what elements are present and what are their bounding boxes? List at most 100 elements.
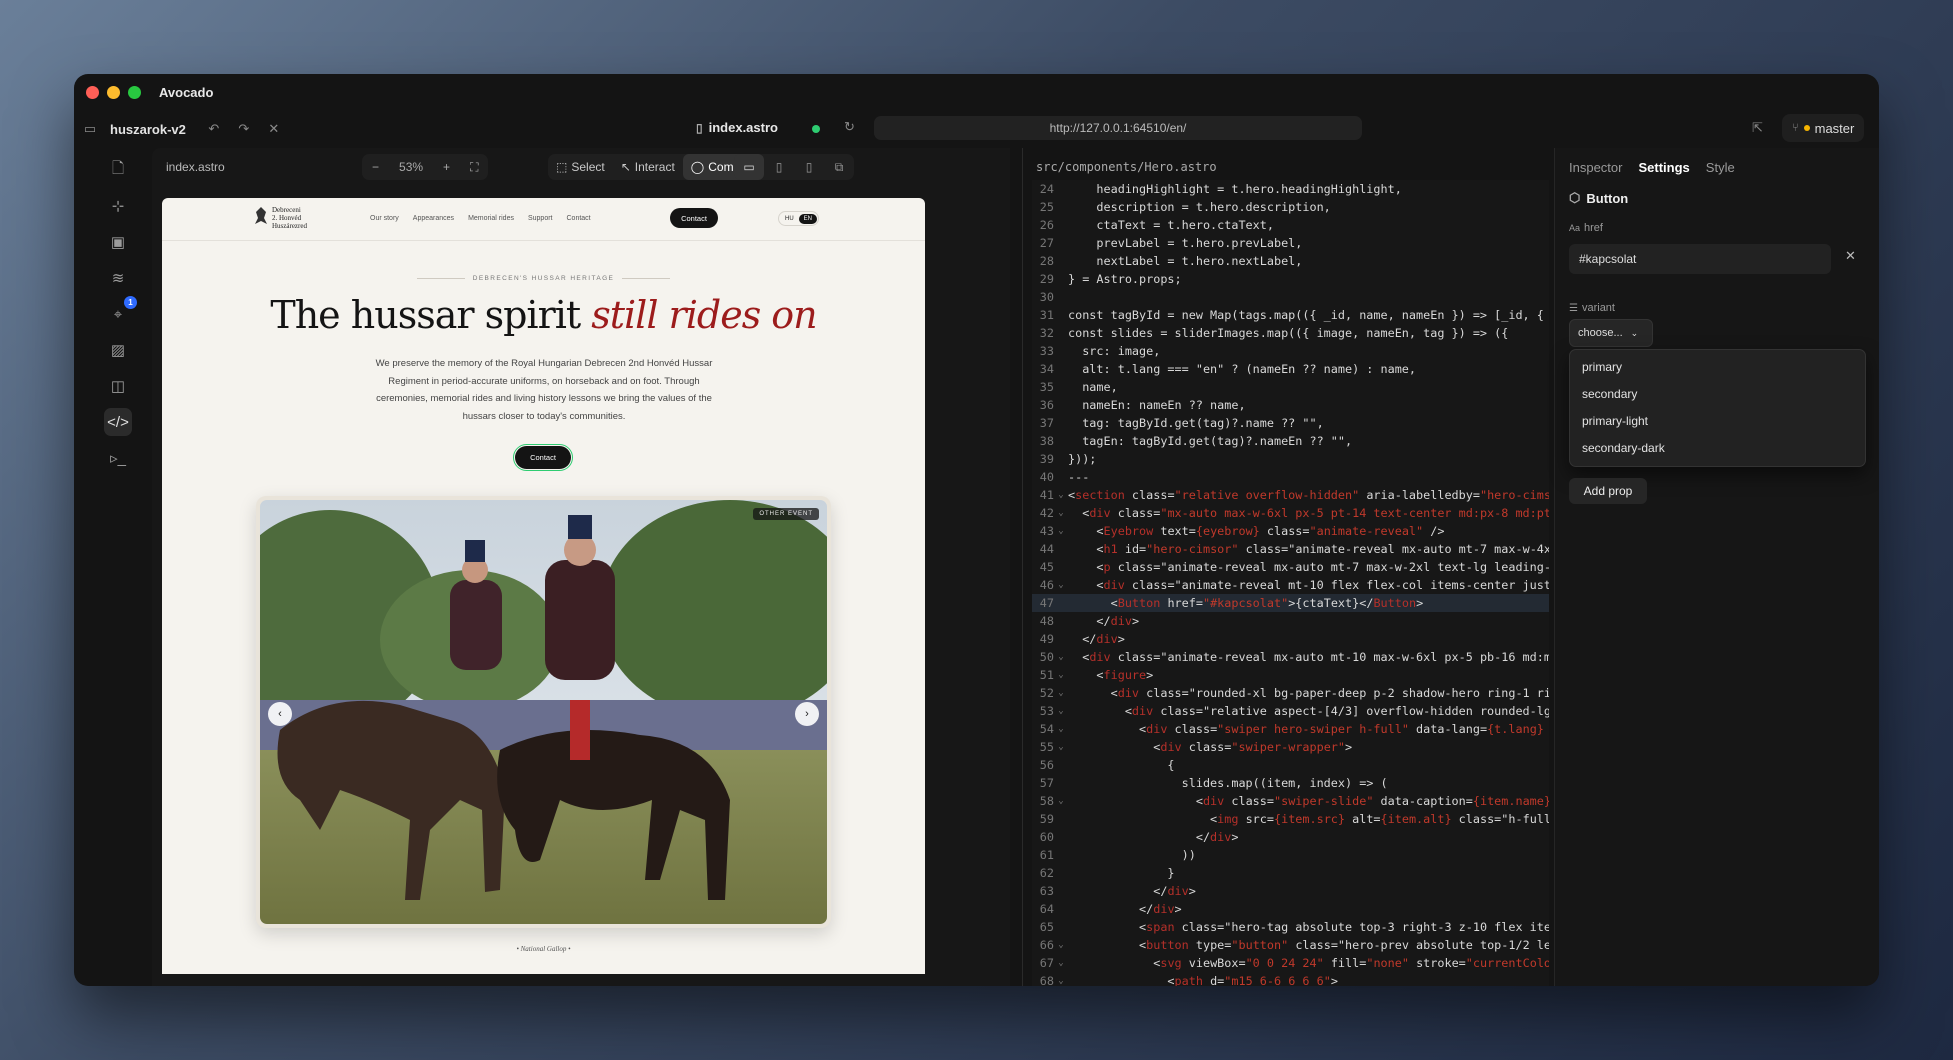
close-icon[interactable]: ✕ <box>264 121 284 137</box>
code-line[interactable]: 44 <h1 id="hero-cimsor" class="animate-r… <box>1032 540 1549 558</box>
code-line[interactable]: 65 <span class="hero-tag absolute top-3 … <box>1032 918 1549 936</box>
add-prop-button[interactable]: Add prop <box>1569 478 1647 504</box>
code-line[interactable]: 45 <p class="animate-reveal mx-auto mt-7… <box>1032 558 1549 576</box>
assets-icon[interactable]: ◫ <box>104 372 132 400</box>
code-line[interactable]: 34 alt: t.lang === "en" ? (nameEn ?? nam… <box>1032 360 1549 378</box>
nav-contact-button[interactable]: Contact <box>670 208 718 228</box>
terminal-icon[interactable]: ▹_ <box>104 444 132 472</box>
fold-chevron-icon[interactable]: ⌄ <box>1054 486 1068 504</box>
code-line[interactable]: 29} = Astro.props; <box>1032 270 1549 288</box>
select-mode-button[interactable]: ⬚ Select <box>548 154 613 180</box>
code-line[interactable]: 55 ⌄ <div class="swiper-wrapper"> <box>1032 738 1549 756</box>
nav-link[interactable]: Our story <box>370 215 399 222</box>
fold-chevron-icon[interactable]: ⌄ <box>1054 504 1068 522</box>
open-external-icon[interactable]: ⇱ <box>1752 120 1763 136</box>
fold-chevron-icon[interactable]: ⌄ <box>1054 648 1068 666</box>
code-line[interactable]: 68 ⌄ <path d="m15 6-6 6 6 6"> <box>1032 972 1549 986</box>
location-icon[interactable]: ⌖ 1 <box>104 296 137 328</box>
interact-mode-button[interactable]: ↖ Interact <box>613 154 683 180</box>
slider-next-button[interactable]: › <box>795 702 819 726</box>
code-line[interactable]: 59 <img src={item.src} alt={item.alt} cl… <box>1032 810 1549 828</box>
variant-select[interactable]: choose... ⌄ <box>1569 319 1653 347</box>
variant-option[interactable]: secondary-dark <box>1570 435 1865 462</box>
components-icon[interactable]: ⊹ <box>104 192 132 220</box>
fold-chevron-icon[interactable]: ⌄ <box>1054 702 1068 720</box>
code-line[interactable]: 60 </div> <box>1032 828 1549 846</box>
zoom-out-button[interactable]: − <box>372 160 379 174</box>
nav-link[interactable]: Contact <box>567 215 591 222</box>
variant-option[interactable]: secondary <box>1570 381 1865 408</box>
code-line[interactable]: 53 ⌄ <div class="relative aspect-[4/3] ov… <box>1032 702 1549 720</box>
code-line[interactable]: 63 </div> <box>1032 882 1549 900</box>
code-editor[interactable]: 24 headingHighlight = t.hero.headingHigh… <box>1032 180 1549 986</box>
site-logo[interactable]: Debreceni 2. Honvéd Huszárezred <box>254 206 307 230</box>
redo-icon[interactable]: ↷ <box>234 121 254 137</box>
code-line[interactable]: 27 prevLabel = t.hero.prevLabel, <box>1032 234 1549 252</box>
fold-chevron-icon[interactable]: ⌄ <box>1054 738 1068 756</box>
panel-divider[interactable] <box>1022 148 1023 986</box>
url-bar[interactable]: http://127.0.0.1:64510/en/ <box>874 116 1362 140</box>
code-line[interactable]: 30 <box>1032 288 1549 306</box>
fold-chevron-icon[interactable]: ⌄ <box>1054 720 1068 738</box>
assistant-icon[interactable]: ▣ <box>104 228 132 256</box>
fold-chevron-icon[interactable]: ⌄ <box>1054 954 1068 972</box>
tab-settings[interactable]: Settings <box>1638 160 1689 175</box>
lang-en[interactable]: EN <box>798 213 818 224</box>
code-line[interactable]: 26 ctaText = t.hero.ctaText, <box>1032 216 1549 234</box>
code-line[interactable]: 24 headingHighlight = t.hero.headingHigh… <box>1032 180 1549 198</box>
files-icon[interactable]: 🗋 <box>104 156 132 184</box>
undo-icon[interactable]: ↶ <box>204 121 224 137</box>
fold-chevron-icon[interactable]: ⌄ <box>1054 792 1068 810</box>
code-line[interactable]: 57 slides.map((item, index) => ( <box>1032 774 1549 792</box>
tab-inspector[interactable]: Inspector <box>1569 160 1622 175</box>
fold-chevron-icon[interactable]: ⌄ <box>1054 666 1068 684</box>
images-icon[interactable]: ▨ <box>104 336 132 364</box>
code-line[interactable]: 39})); <box>1032 450 1549 468</box>
fold-chevron-icon[interactable]: ⌄ <box>1054 576 1068 594</box>
code-line[interactable]: 49 </div> <box>1032 630 1549 648</box>
fit-screen-icon[interactable]: ⛶ <box>470 160 478 175</box>
code-line[interactable]: 67 ⌄ <svg viewBox="0 0 24 24" fill="none"… <box>1032 954 1549 972</box>
code-line[interactable]: 35 name, <box>1032 378 1549 396</box>
code-line[interactable]: 62 } <box>1032 864 1549 882</box>
code-line[interactable]: 28 nextLabel = t.hero.nextLabel, <box>1032 252 1549 270</box>
tab-style[interactable]: Style <box>1706 160 1735 175</box>
maximize-window-button[interactable] <box>128 85 141 99</box>
fold-chevron-icon[interactable]: ⌄ <box>1054 972 1068 986</box>
minimize-window-button[interactable] <box>107 85 120 99</box>
code-line[interactable]: 50 ⌄ <div class="animate-reveal mx-auto m… <box>1032 648 1549 666</box>
code-line[interactable]: 48 </div> <box>1032 612 1549 630</box>
code-line[interactable]: 46 ⌄ <div class="animate-reveal mt-10 fle… <box>1032 576 1549 594</box>
clear-href-icon[interactable]: ✕ <box>1845 248 1856 264</box>
code-line[interactable]: 56 { <box>1032 756 1549 774</box>
site-preview[interactable]: Debreceni 2. Honvéd Huszárezred Our stor… <box>162 198 925 974</box>
code-line[interactable]: 66 ⌄ <button type="button" class="hero-pr… <box>1032 936 1549 954</box>
code-line[interactable]: 64 </div> <box>1032 900 1549 918</box>
nav-link[interactable]: Appearances <box>413 215 454 222</box>
code-line[interactable]: 37 tag: tagById.get(tag)?.name ?? "", <box>1032 414 1549 432</box>
code-line[interactable]: 58 ⌄ <div class="swiper-slide" data-capti… <box>1032 792 1549 810</box>
code-line[interactable]: 31 const tagById = new Map(tags.map(({ _i… <box>1032 306 1549 324</box>
hero-cta-button[interactable]: Contact <box>513 444 573 471</box>
nav-link[interactable]: Support <box>528 215 553 222</box>
close-window-button[interactable] <box>86 85 99 99</box>
zoom-in-button[interactable]: + <box>443 160 450 174</box>
code-line[interactable]: 41 ⌄ <section class="relative overflow-hid… <box>1032 486 1549 504</box>
open-file-tab[interactable]: ▯ index.astro <box>696 120 778 135</box>
variant-option[interactable]: primary-light <box>1570 408 1865 435</box>
code-icon[interactable]: </> <box>104 408 132 436</box>
lang-hu[interactable]: HU <box>780 214 799 224</box>
variant-option[interactable]: primary <box>1570 354 1865 381</box>
tablet-device-icon[interactable]: ▯ <box>764 154 794 180</box>
code-line[interactable]: 61 )) <box>1032 846 1549 864</box>
code-line[interactable]: 54 ⌄ <div class="swiper hero-swiper h-ful… <box>1032 720 1549 738</box>
reload-icon[interactable]: ↻ <box>844 119 855 135</box>
code-line[interactable]: 33 src: image, <box>1032 342 1549 360</box>
fold-chevron-icon[interactable]: ⌄ <box>1054 522 1068 540</box>
code-line[interactable]: 43 ⌄ <Eyebrow text={eyebrow} class="anima… <box>1032 522 1549 540</box>
code-line[interactable]: 38 tagEn: tagById.get(tag)?.nameEn ?? ""… <box>1032 432 1549 450</box>
href-input[interactable]: #kapcsolat <box>1569 244 1831 274</box>
code-line[interactable]: 36 nameEn: nameEn ?? name, <box>1032 396 1549 414</box>
code-line[interactable]: 32 const slides = sliderImages.map(({ ima… <box>1032 324 1549 342</box>
desktop-device-icon[interactable]: ▭ <box>734 154 764 180</box>
